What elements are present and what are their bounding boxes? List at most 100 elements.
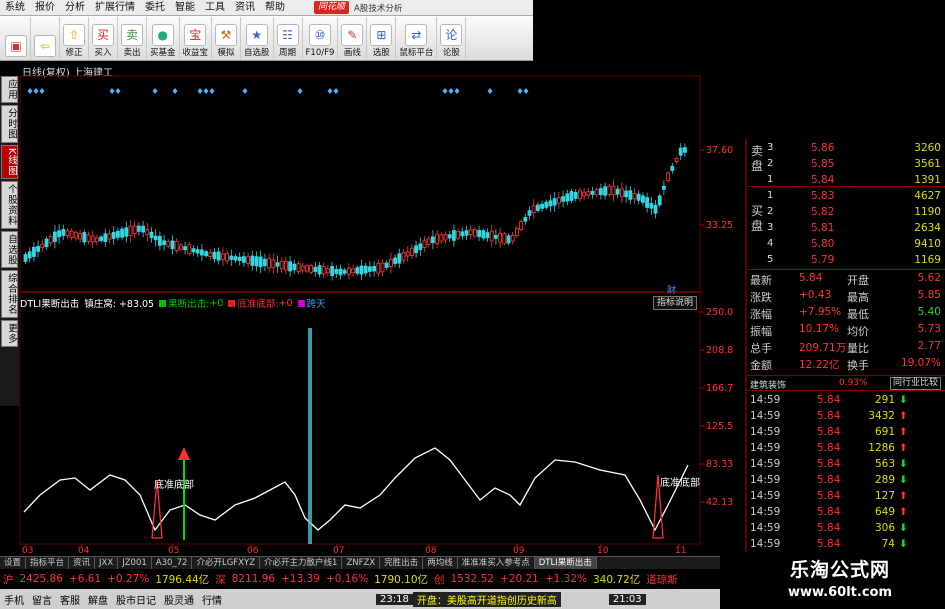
indicator-item3-value: +0 <box>278 297 293 309</box>
candle-body <box>237 256 242 261</box>
orderbook-row[interactable]: 1 5.83 4627 <box>747 188 945 203</box>
orderbook-row[interactable]: 2 5.82 1190 <box>747 204 945 219</box>
indicator-tick-label: 125.5 <box>706 421 733 432</box>
indicator-tab-0[interactable]: 设置 <box>0 557 27 569</box>
tick-volume: 306 <box>874 522 895 534</box>
candle-body <box>430 236 435 243</box>
candle-body <box>641 195 645 203</box>
orderbook-row[interactable]: 3 5.81 2634 <box>747 220 945 235</box>
indicator-tab-10[interactable]: 两均线 <box>423 557 458 569</box>
candle-body <box>288 261 293 272</box>
candle-body <box>267 258 272 269</box>
indicator-tab-6[interactable]: 介必开LGFXYZ <box>192 557 261 569</box>
orderbook-row[interactable]: 3 5.86 3260 <box>747 140 945 155</box>
candle-body <box>594 189 599 196</box>
indicator-line <box>23 447 689 532</box>
quote-value: 10.17% <box>799 323 840 335</box>
finance-marker[interactable]: 财 <box>667 283 676 296</box>
indicator-name[interactable]: DTLI果断出击 <box>20 296 79 310</box>
down-arrow-icon: ⬇ <box>899 458 908 470</box>
orderbook-row[interactable]: 1 5.84 1391 <box>747 172 945 187</box>
indicator-tab-7[interactable]: 介必开主力散户线1 <box>260 557 343 569</box>
status-link-3[interactable]: 解盘 <box>84 592 112 607</box>
date-tick-label: 09 <box>513 546 525 556</box>
candle-body <box>506 235 511 244</box>
candle-body <box>309 265 314 273</box>
candle-body <box>367 266 372 272</box>
candle-body <box>78 233 82 240</box>
index-ticker-item: 8211.96 <box>231 573 276 585</box>
indicator-tabs: 设置 指标平台 资讯 JXX JZ001 A30_72 介必开LGFXYZ 介必开主力散户线1… <box>0 556 720 569</box>
candle-body <box>212 251 217 259</box>
date-tick-label: 05 <box>168 546 179 556</box>
buy-side-label: 买盘 <box>750 204 764 234</box>
tick-row: 14:59 5.84 691 ⬆ <box>747 426 945 442</box>
candle-body <box>128 225 133 237</box>
candle-body <box>304 265 309 272</box>
tick-volume: 3432 <box>868 410 895 422</box>
signal-dot <box>39 88 45 94</box>
orderbook-level: 1 <box>767 190 774 201</box>
candlesticks <box>23 143 687 281</box>
index-ticker-item: +20.21 <box>499 573 539 585</box>
status-link-4[interactable]: 股市日记 <box>112 592 160 607</box>
indicator-tab-12[interactable]: DTLI果断出击 <box>534 557 597 569</box>
tick-time: 14:59 <box>750 490 781 502</box>
candle-body <box>468 229 473 235</box>
tick-volume: 1286 <box>868 442 895 454</box>
indicator-tab-4[interactable]: JZ001 <box>118 557 152 569</box>
quote-label: 振幅 <box>750 325 772 338</box>
quote-label: 量比 <box>847 342 869 355</box>
candle-body <box>48 236 53 244</box>
indicator-tab-9[interactable]: 完胜出击 <box>380 557 424 569</box>
status-link-5[interactable]: 股灵通 <box>160 592 198 607</box>
orderbook-row[interactable]: 4 5.80 9410 <box>747 236 945 251</box>
candle-body <box>405 251 410 257</box>
candle-body <box>321 266 326 275</box>
candle-body <box>90 235 95 243</box>
candle-body <box>300 265 305 271</box>
sector-compare-button[interactable]: 同行业比较 <box>889 377 941 390</box>
indicator-tab-11[interactable]: 准准准买入参考点 <box>458 557 535 569</box>
status-link-2[interactable]: 客服 <box>56 592 84 607</box>
status-link-1[interactable]: 留言 <box>28 592 56 607</box>
status-link-6[interactable]: 行情 <box>198 592 226 607</box>
candle-body <box>40 243 45 249</box>
candle-body <box>578 190 582 200</box>
candle-body <box>519 221 523 230</box>
indicator-tab-5[interactable]: A30_72 <box>152 557 193 569</box>
candle-body <box>607 185 612 195</box>
indicator-panel: 底准底部 底准底部 <box>23 328 700 544</box>
tick-price: 5.84 <box>817 458 841 470</box>
sector-pct: 0.93% <box>839 378 868 388</box>
signal-dot <box>209 88 215 94</box>
status-bar: 手机 留言 客服 解盘 股市日记 股灵通 行情 23:18 开盘：美股高开道指创历史新高 21:0… <box>0 589 720 609</box>
candle-body <box>662 185 666 190</box>
orderbook-volume: 1190 <box>914 205 941 218</box>
sector-row[interactable]: 建筑装饰 0.93% 同行业比较 <box>747 375 945 391</box>
candle-body <box>65 230 70 237</box>
candle-body <box>611 185 616 196</box>
tick-row: 14:59 5.84 1286 ⬆ <box>747 442 945 458</box>
candle-body <box>485 232 490 239</box>
candle-body <box>132 225 137 234</box>
candle-body <box>451 230 456 241</box>
orderbook-volume: 3260 <box>914 141 941 154</box>
indicator-tab-8[interactable]: ZNFZX <box>342 557 381 569</box>
orderbook-row[interactable]: 2 5.85 3561 <box>747 156 945 171</box>
orderbook-row[interactable]: 5 5.79 1169 <box>747 252 945 267</box>
candle-body <box>95 237 99 243</box>
tick-time: 14:59 <box>750 538 781 550</box>
quote-row: 涨幅 +7.95% 最低 5.40 <box>747 306 945 322</box>
indicator-help-button[interactable]: 指标说明 <box>653 296 698 310</box>
indicator-tab-2[interactable]: 资讯 <box>69 557 96 569</box>
indicator-tick-label: 166.7 <box>706 383 733 394</box>
index-ticker-item: 道琼斯 <box>646 573 678 586</box>
status-link-0[interactable]: 手机 <box>0 592 28 607</box>
indicator-tab-1[interactable]: 指标平台 <box>26 557 70 569</box>
status-news[interactable]: 开盘：美股高开道指创历史新高 <box>412 591 561 607</box>
candle-body <box>271 259 276 268</box>
indicator-tab-3[interactable]: JXX <box>95 557 119 569</box>
candle-body <box>178 244 183 250</box>
candle-body <box>208 252 213 257</box>
